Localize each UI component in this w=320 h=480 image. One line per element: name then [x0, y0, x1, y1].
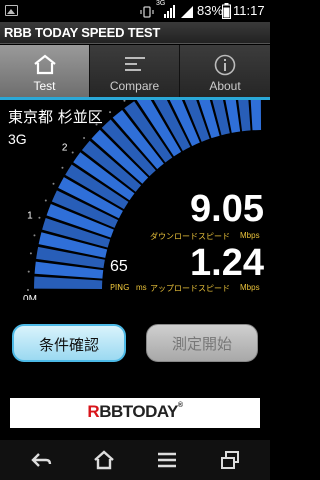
logo-r: R	[87, 402, 100, 421]
network-type-indicator: 3G	[156, 0, 166, 7]
battery-percent: 83%	[197, 3, 224, 18]
download-speed-value: 9.05	[190, 188, 264, 230]
logo-registered: ®	[177, 402, 183, 409]
gauge-scale-dot	[44, 199, 47, 202]
tab-compare-label: Compare	[109, 79, 160, 93]
tab-test-label: Test	[33, 79, 56, 93]
upload-unit: Mbps	[240, 283, 260, 292]
upload-speed-label: アップロードスピード	[150, 284, 230, 293]
tab-about-label: About	[209, 79, 241, 93]
gauge-scale-dot	[29, 252, 32, 255]
ping-value: 65	[110, 258, 128, 275]
download-unit: Mbps	[240, 231, 260, 240]
battery-icon	[222, 3, 231, 23]
logo-today: TODAY	[122, 402, 179, 421]
start-test-button[interactable]: 測定開始	[146, 324, 258, 362]
tab-compare[interactable]: Compare	[90, 45, 180, 97]
gauge-scale-dot	[95, 123, 98, 126]
gauge-scale-dot	[52, 182, 55, 185]
gauge-scale-dot	[33, 234, 36, 237]
gauge-segment	[34, 276, 103, 290]
status-bar: 3G 83% 11:17	[0, 0, 270, 22]
tab-about[interactable]: About	[180, 45, 270, 97]
gauge-segment	[250, 100, 262, 131]
gauge-scale-dot	[71, 151, 74, 154]
gauge-scale-dot	[61, 166, 64, 169]
menu-icon[interactable]	[156, 450, 178, 470]
logo-bb: BB	[99, 402, 123, 421]
download-speed-label: ダウンロードスピード	[150, 232, 230, 241]
gauge-tick-label: 1	[27, 211, 33, 222]
gauge-tick-label: 0M	[23, 294, 37, 300]
gauge-scale-dot	[27, 270, 30, 273]
gauge-scale-dot	[27, 289, 29, 291]
vibrate-icon	[140, 4, 154, 23]
rbb-today-banner[interactable]: RBBTODAY®	[10, 398, 260, 428]
gauge-tick-label: 2	[62, 143, 68, 154]
gauge-scale-dot	[109, 111, 112, 114]
image-notification-icon	[5, 5, 18, 16]
ping-unit: ms	[136, 283, 147, 292]
back-icon[interactable]	[30, 450, 52, 470]
speed-test-panel: 東京都 杉並区 3G 0M12345M 9.05 ダウンロードスピード Mbps…	[0, 100, 270, 440]
clock: 11:17	[233, 3, 265, 18]
gauge-scale-dot	[123, 100, 126, 102]
tab-bar: Test Compare About	[0, 45, 270, 97]
navigation-bar	[0, 440, 270, 480]
upload-speed-value: 1.24	[190, 242, 264, 284]
gauge-scale-dot	[83, 137, 86, 140]
home-nav-icon[interactable]	[93, 450, 115, 470]
info-icon	[213, 53, 237, 81]
tab-test[interactable]: Test	[0, 45, 90, 97]
gauge-scale-dot	[38, 216, 41, 219]
app-title-bar: RBB TODAY SPEED TEST	[0, 22, 270, 44]
recent-apps-icon[interactable]	[219, 450, 241, 470]
rbb-today-logo: RBBTODAY®	[10, 402, 260, 422]
conditions-button[interactable]: 条件確認	[12, 324, 126, 362]
ping-label: PING	[110, 283, 130, 292]
home-icon	[32, 53, 58, 79]
app-title: RBB TODAY SPEED TEST	[4, 25, 161, 40]
list-icon	[122, 53, 148, 79]
signal-bars-icon	[180, 4, 194, 23]
